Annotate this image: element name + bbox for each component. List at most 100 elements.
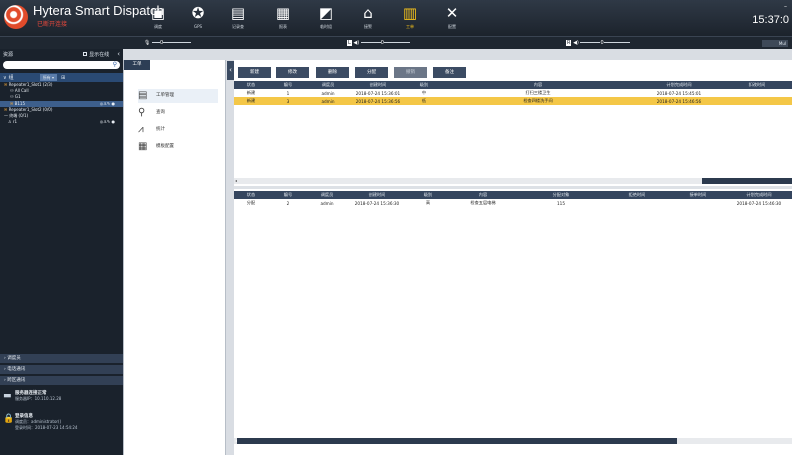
terminal-action-icons[interactable]: ◎⚓✎ ● bbox=[100, 119, 115, 125]
section-cross-region[interactable]: › 跨区通讯 bbox=[0, 375, 123, 385]
column-header[interactable]: 分配对象 bbox=[518, 191, 604, 199]
column-header[interactable]: 创建时间 bbox=[348, 81, 408, 89]
chevron-right-icon: › bbox=[4, 356, 6, 361]
table-row[interactable]: 分配 2 admin 2018-07-24 15:36:30 高 检查五层电梯 … bbox=[234, 199, 792, 207]
column-header[interactable]: 创建时间 bbox=[346, 191, 408, 199]
collapse-menu-button[interactable]: ‹ bbox=[227, 61, 234, 80]
group-filter-bar[interactable]: ∨ 组 所有 ▾ ⊞ bbox=[0, 73, 123, 82]
menu-item-template-config[interactable]: ▦ 模板配置 bbox=[138, 140, 218, 154]
tab-work-order[interactable]: 工单 bbox=[124, 60, 150, 70]
column-header[interactable]: 级别 bbox=[408, 191, 448, 199]
collapse-left-icon[interactable]: ‹ bbox=[117, 50, 120, 58]
column-header[interactable]: 接单时间 bbox=[670, 191, 726, 199]
report-icon: ▦ bbox=[275, 4, 291, 22]
audio-strip: 🎙 0 L ◀) 0 R ◀) 0 Mul bbox=[0, 36, 792, 49]
toolbar-temp-group-button[interactable]: ◩ 临时组 bbox=[312, 4, 340, 34]
delete-order-button[interactable]: 删除 bbox=[316, 67, 349, 78]
group-action-icon[interactable]: ⊞ bbox=[61, 75, 65, 81]
column-header[interactable]: 扣改时间 bbox=[722, 81, 792, 89]
chevron-right-icon: › bbox=[4, 378, 6, 383]
window-minimize-button[interactable]: – bbox=[784, 3, 787, 10]
assignments-table-scrollbar[interactable]: ◂ bbox=[234, 438, 792, 444]
column-header[interactable]: 调度员 bbox=[308, 81, 348, 89]
search-icon: ⚲ bbox=[112, 61, 117, 68]
speaker-icon: ◀) bbox=[353, 40, 360, 46]
record-icon: ▤ bbox=[230, 4, 246, 22]
right-speaker-volume[interactable]: R ◀) 0 bbox=[566, 39, 630, 48]
edit-order-button[interactable]: 修改 bbox=[276, 67, 309, 78]
menu-item-work-order-manage[interactable]: ▤ 工单管理 bbox=[138, 89, 218, 103]
toolbar-report-button[interactable]: ▦ 报表 bbox=[269, 4, 297, 34]
hytera-logo-icon bbox=[4, 5, 28, 29]
radio-terminal-icon: ✉ bbox=[10, 100, 14, 106]
resource-header: 资源 显示在线 ‹ bbox=[3, 50, 120, 58]
work-order-main: 新建 修改 删除 分配 撤销 备注 状态 编号 调度员 创建时间 级别 内容 计… bbox=[234, 60, 792, 455]
column-header[interactable]: 拒绝时间 bbox=[604, 191, 670, 199]
column-header[interactable]: 计划完成时间 bbox=[636, 81, 722, 89]
gps-icon: ✪ bbox=[191, 4, 205, 22]
server-icon: ▬ bbox=[3, 391, 12, 401]
login-info: 🔒 登录信息 调度员：administrator() 登录时间：2018-07-… bbox=[3, 414, 78, 430]
repeater-icon: ✉ bbox=[4, 106, 8, 112]
app-window: Hytera Smart Dispatch 已断开连接 ▣ 调度 ✪ GPS ▤… bbox=[0, 0, 792, 455]
work-order-icon: ▥ bbox=[402, 4, 418, 22]
orders-table-scrollbar[interactable]: ◂ bbox=[234, 178, 792, 184]
column-header[interactable]: 状态 bbox=[234, 191, 268, 199]
orders-table-header: 状态 编号 调度员 创建时间 级别 内容 计划完成时间 扣改时间 bbox=[234, 81, 792, 89]
dispatch-order-button[interactable]: 分配 bbox=[355, 67, 388, 78]
menu-item-query[interactable]: ⚲ 查询 bbox=[138, 106, 218, 120]
scroll-left-icon[interactable]: ◂ bbox=[235, 178, 237, 184]
section-dispatchers[interactable]: › 调度员 bbox=[0, 353, 123, 363]
work-order-manage-icon: ▤ bbox=[138, 90, 148, 101]
show-online-checkbox[interactable] bbox=[83, 52, 88, 56]
toolbar-record-button[interactable]: ▤ 记录查 bbox=[224, 4, 252, 34]
new-order-button[interactable]: 新建 bbox=[238, 67, 271, 78]
group-call-icon: ⚇ bbox=[10, 94, 14, 100]
clock: 15:37:0 bbox=[752, 14, 789, 26]
toolbar-gps-button[interactable]: ✪ GPS bbox=[184, 4, 212, 34]
column-header[interactable]: 计划完成时间 bbox=[726, 191, 792, 199]
person-icon: ♙ bbox=[8, 119, 12, 125]
column-header[interactable]: 状态 bbox=[234, 81, 268, 89]
query-icon: ⚲ bbox=[138, 107, 146, 118]
column-header[interactable]: 级别 bbox=[408, 81, 440, 89]
mode-selector[interactable]: Mul bbox=[762, 40, 788, 47]
toolbar-work-order-button[interactable]: ▥ 工单 bbox=[396, 4, 424, 34]
repeater-icon: ✉ bbox=[4, 82, 8, 87]
work-order-menu: 工单 ▤ 工单管理 ⚲ 查询 ⩘ 统计 ▦ 模板配置 bbox=[123, 60, 226, 455]
temp-group-icon: ◩ bbox=[318, 4, 334, 22]
remark-order-button[interactable]: 备注 bbox=[433, 67, 466, 78]
column-header[interactable]: 编号 bbox=[268, 191, 308, 199]
group-call-icon: ⚇ bbox=[10, 88, 14, 94]
table-row[interactable]: 新建 1 admin 2018-07-24 15:36:01 中 打扫三楼卫生 … bbox=[234, 89, 792, 97]
mic-volume-control[interactable]: 🎙 0 bbox=[144, 39, 192, 48]
menu-item-statistics[interactable]: ⩘ 统计 bbox=[138, 123, 218, 137]
chevron-left-icon: ‹ bbox=[229, 66, 232, 74]
monitor-icon: ▣ bbox=[150, 4, 166, 22]
table-row-selected[interactable]: 新建 3 admin 2018-07-24 15:36:56 低 检查四楼洗手间… bbox=[234, 97, 792, 105]
section-telephone[interactable]: › 电话通讯 bbox=[0, 364, 123, 374]
speaker-icon: ◀) bbox=[573, 40, 579, 46]
table-divider[interactable] bbox=[234, 186, 792, 189]
work-order-toolbar: 新建 修改 删除 分配 撤销 备注 bbox=[234, 63, 792, 78]
assignments-table: 状态 编号 调度员 创建时间 级别 内容 分配对象 拒绝时间 接单时间 计划完成… bbox=[234, 191, 792, 207]
scrollbar-thumb[interactable] bbox=[237, 438, 677, 444]
tree-item-r1[interactable]: ♙ r1 ◎⚓✎ ● bbox=[0, 119, 123, 125]
column-header[interactable]: 调度员 bbox=[308, 191, 346, 199]
group-filter-dropdown[interactable]: 所有 ▾ bbox=[39, 74, 57, 81]
chevron-right-icon: › bbox=[4, 367, 6, 372]
toolbar-config-button[interactable]: ✕ 配置 bbox=[438, 4, 466, 34]
statistics-icon: ⩘ bbox=[138, 124, 144, 135]
toolbar-alarm-button[interactable]: ⌂ 接警 bbox=[354, 4, 382, 34]
config-icon: ✕ bbox=[445, 4, 459, 22]
server-status: ▬ 服务器连接正常 服务器IP：10.110.12.28 bbox=[3, 391, 62, 401]
orders-table: 状态 编号 调度员 创建时间 级别 内容 计划完成时间 扣改时间 新建 1 ad… bbox=[234, 81, 792, 105]
resource-search-input[interactable]: ⚲ bbox=[3, 61, 120, 69]
column-header[interactable]: 内容 bbox=[440, 81, 636, 89]
scrollbar-thumb[interactable] bbox=[702, 178, 792, 184]
left-speaker-volume[interactable]: L ◀) 0 bbox=[347, 39, 410, 48]
column-header[interactable]: 编号 bbox=[268, 81, 308, 89]
toolbar-dispatch-button[interactable]: ▣ 调度 bbox=[144, 4, 172, 34]
column-header[interactable]: 内容 bbox=[448, 191, 518, 199]
revoke-order-button[interactable]: 撤销 bbox=[394, 67, 427, 78]
